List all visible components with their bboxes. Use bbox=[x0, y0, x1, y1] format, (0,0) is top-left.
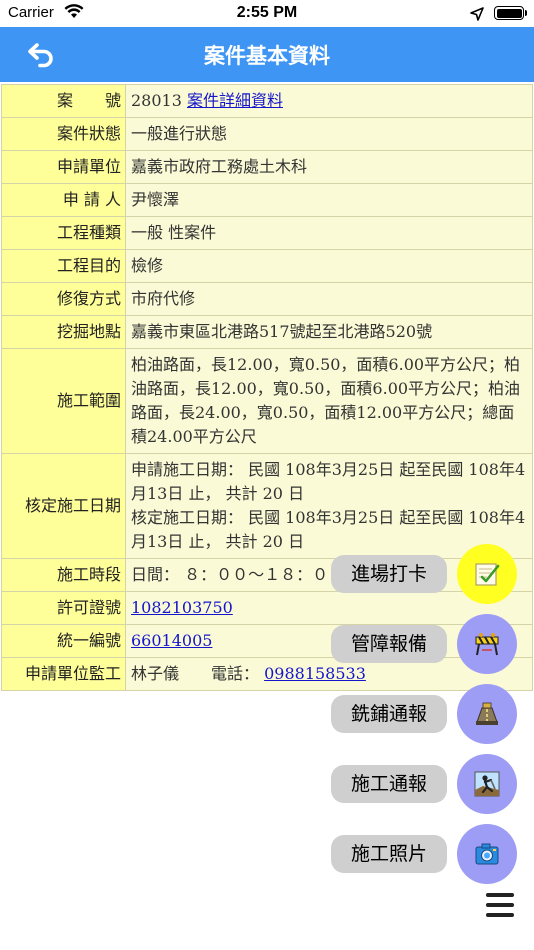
fab-item-construction-photos: 施工照片 bbox=[331, 824, 517, 884]
camera-icon bbox=[475, 843, 499, 865]
row-label: 修復方式 bbox=[1, 282, 126, 316]
case-number: 28013 bbox=[131, 91, 187, 110]
row-value: 一般進行狀態 bbox=[125, 117, 533, 151]
row-value: 一般 性案件 bbox=[125, 216, 533, 250]
row-label: 核定施工日期 bbox=[1, 453, 126, 559]
row-label: 施工範圍 bbox=[1, 348, 126, 454]
page-title: 案件基本資料 bbox=[204, 44, 330, 68]
row-label: 案 號 bbox=[1, 84, 126, 118]
navigation-bar: 案件基本資料 bbox=[0, 27, 534, 82]
battery-icon bbox=[494, 6, 527, 20]
row-label: 案件狀態 bbox=[1, 117, 126, 151]
row-label: 工程種類 bbox=[1, 216, 126, 250]
check-in-button[interactable] bbox=[457, 544, 517, 604]
table-row: 施工範圍 柏油路面，長12.00，寬0.50，面積6.00平方公尺；柏油路面，長… bbox=[1, 348, 533, 454]
milling-paving-button[interactable] bbox=[457, 684, 517, 744]
row-value: 檢修 bbox=[125, 249, 533, 283]
supervisor-name: 林子儀 電話： bbox=[131, 664, 265, 683]
table-row: 挖掘地點 嘉義市東區北港路517號起至北港路520號 bbox=[1, 315, 533, 349]
table-row: 修復方式 市府代修 bbox=[1, 282, 533, 316]
table-row: 案 號 28013 案件詳細資料 bbox=[1, 84, 533, 118]
table-row: 核定施工日期 申請施工日期： 民國 108年3月25日 起至民國 108年4月1… bbox=[1, 453, 533, 559]
row-label: 施工時段 bbox=[1, 558, 126, 592]
construction-photos-label[interactable]: 施工照片 bbox=[331, 835, 447, 873]
check-in-label[interactable]: 進場打卡 bbox=[331, 555, 447, 593]
milling-paving-label[interactable]: 銑鋪通報 bbox=[331, 695, 447, 733]
row-value: 柏油路面，長12.00，寬0.50，面積6.00平方公尺；柏油路面，長12.00… bbox=[125, 348, 533, 454]
row-value: 28013 案件詳細資料 bbox=[125, 84, 533, 118]
table-row: 申 請 人 尹懷澤 bbox=[1, 183, 533, 217]
fab-item-construction-report: 施工通報 bbox=[331, 754, 517, 814]
row-label: 申 請 人 bbox=[1, 183, 126, 217]
table-row: 工程種類 一般 性案件 bbox=[1, 216, 533, 250]
row-label: 統一編號 bbox=[1, 624, 126, 658]
table-row: 案件狀態 一般進行狀態 bbox=[1, 117, 533, 151]
table-row: 工程目的 檢修 bbox=[1, 249, 533, 283]
hamburger-menu-icon[interactable] bbox=[484, 891, 516, 919]
status-bar: Carrier 2:55 PM bbox=[0, 0, 534, 27]
row-label: 許可證號 bbox=[1, 591, 126, 625]
row-label: 挖掘地點 bbox=[1, 315, 126, 349]
case-detail-link[interactable]: 案件詳細資料 bbox=[187, 91, 283, 110]
clock: 2:55 PM bbox=[236, 4, 298, 21]
row-label: 申請單位監工 bbox=[1, 657, 126, 691]
construction-photos-button[interactable] bbox=[457, 824, 517, 884]
row-value: 市府代修 bbox=[125, 282, 533, 316]
tax-id-link[interactable]: 66014005 bbox=[131, 631, 212, 650]
milling-paving-icon bbox=[476, 702, 498, 725]
row-value: 尹懷澤 bbox=[125, 183, 533, 217]
table-row: 申請單位 嘉義市政府工務處土木科 bbox=[1, 150, 533, 184]
barrier-report-button[interactable] bbox=[457, 614, 517, 674]
permit-number-link[interactable]: 1082103750 bbox=[131, 598, 233, 617]
row-value: 申請施工日期： 民國 108年3月25日 起至民國 108年4月13日 止， 共… bbox=[125, 453, 533, 559]
construction-worker-icon bbox=[474, 771, 500, 797]
construction-report-button[interactable] bbox=[457, 754, 517, 814]
check-in-icon bbox=[475, 563, 500, 586]
row-value: 嘉義市東區北港路517號起至北港路520號 bbox=[125, 315, 533, 349]
applied-dates: 申請施工日期： 民國 108年3月25日 起至民國 108年4月13日 止， 共… bbox=[131, 460, 526, 503]
fab-item-barrier-report: 管障報備 bbox=[331, 614, 517, 674]
row-label: 工程目的 bbox=[1, 249, 126, 283]
row-value: 嘉義市政府工務處土木科 bbox=[125, 150, 533, 184]
barrier-report-label[interactable]: 管障報備 bbox=[331, 625, 447, 663]
construction-report-label[interactable]: 施工通報 bbox=[331, 765, 447, 803]
row-label: 申請單位 bbox=[1, 150, 126, 184]
location-arrow-icon bbox=[470, 6, 484, 25]
barrier-report-icon bbox=[475, 633, 499, 656]
fab-item-check-in: 進場打卡 bbox=[331, 544, 517, 604]
fab-item-milling-paving: 銑鋪通報 bbox=[331, 684, 517, 744]
